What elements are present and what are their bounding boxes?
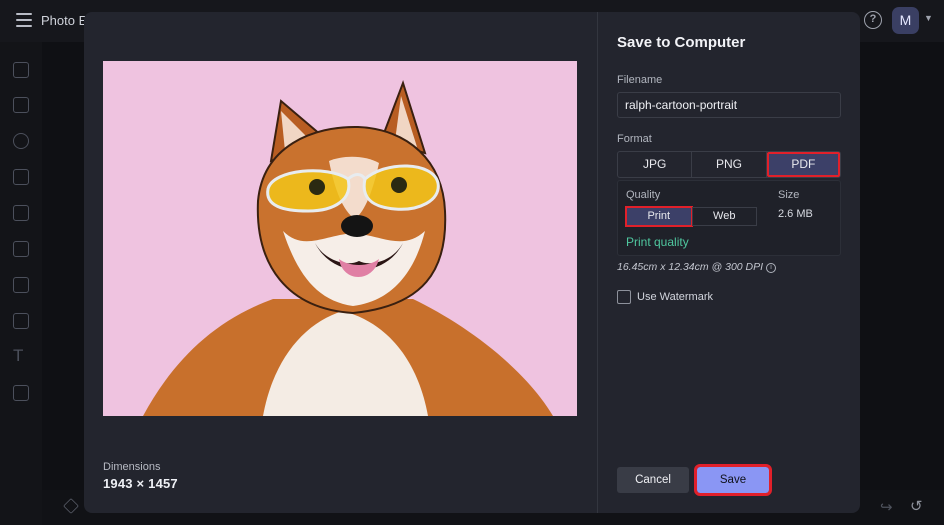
dimensions-label: Dimensions (103, 461, 161, 473)
watermark-label[interactable]: Use Watermark (637, 291, 713, 303)
format-pdf-button[interactable]: PDF (766, 152, 840, 177)
format-label: Format (617, 133, 652, 145)
print-dimensions-text: 16.45cm x 12.34cm @ 300 DPI (617, 261, 764, 273)
dialog-divider (597, 12, 598, 513)
format-selector: JPG PNG PDF (617, 151, 841, 178)
graphics-tool-icon[interactable] (13, 385, 29, 401)
avatar[interactable]: M (892, 7, 919, 34)
text-tool-icon[interactable]: T (13, 347, 29, 365)
effects-tool-icon[interactable] (13, 133, 29, 149)
menu-icon[interactable] (16, 13, 32, 27)
quality-panel: Quality Print Web Print quality Size 2.6… (617, 180, 841, 256)
tool-sidebar: T (0, 42, 42, 525)
format-jpg-button[interactable]: JPG (618, 152, 693, 177)
watermark-checkbox[interactable] (617, 290, 631, 304)
help-icon[interactable]: ? (864, 11, 882, 29)
size-label: Size (778, 189, 800, 201)
preview-image (103, 61, 577, 416)
elements-tool-icon[interactable] (13, 277, 29, 293)
retouch-tool-icon[interactable] (13, 205, 29, 221)
dialog-title: Save to Computer (617, 34, 746, 51)
dimensions-value: 1943 × 1457 (103, 476, 178, 491)
frame-tool-icon[interactable] (13, 241, 29, 257)
adjust-tool-icon[interactable] (13, 97, 29, 113)
save-dialog: Dimensions 1943 × 1457 Save to Computer … (84, 12, 860, 513)
texture-tool-icon[interactable] (13, 313, 29, 329)
format-png-button[interactable]: PNG (692, 152, 767, 177)
print-dimensions: 16.45cm x 12.34cm @ 300 DPI i (617, 261, 777, 273)
filename-label: Filename (617, 74, 663, 86)
cancel-button[interactable]: Cancel (617, 467, 689, 493)
quality-selector: Print Web (625, 206, 757, 227)
redo-icon[interactable]: ↪ (880, 498, 893, 516)
dog-illustration (103, 61, 577, 416)
size-value: 2.6 MB (778, 208, 813, 220)
preview-pane: Dimensions 1943 × 1457 (84, 12, 597, 513)
quality-web-button[interactable]: Web (691, 207, 757, 226)
save-settings: Save to Computer Filename Format JPG PNG… (617, 12, 860, 513)
quality-label: Quality (626, 189, 661, 201)
image-tool-icon[interactable] (13, 62, 29, 78)
quality-print-button[interactable]: Print (625, 206, 693, 227)
filename-input[interactable] (617, 92, 841, 118)
ai-tool-icon[interactable] (13, 169, 29, 185)
quality-description: Print quality (626, 235, 689, 249)
history-icon[interactable]: ↺ (910, 497, 923, 515)
info-icon[interactable]: i (766, 263, 777, 273)
save-button[interactable]: Save (694, 464, 772, 496)
chevron-down-icon[interactable]: ▼ (924, 13, 933, 23)
